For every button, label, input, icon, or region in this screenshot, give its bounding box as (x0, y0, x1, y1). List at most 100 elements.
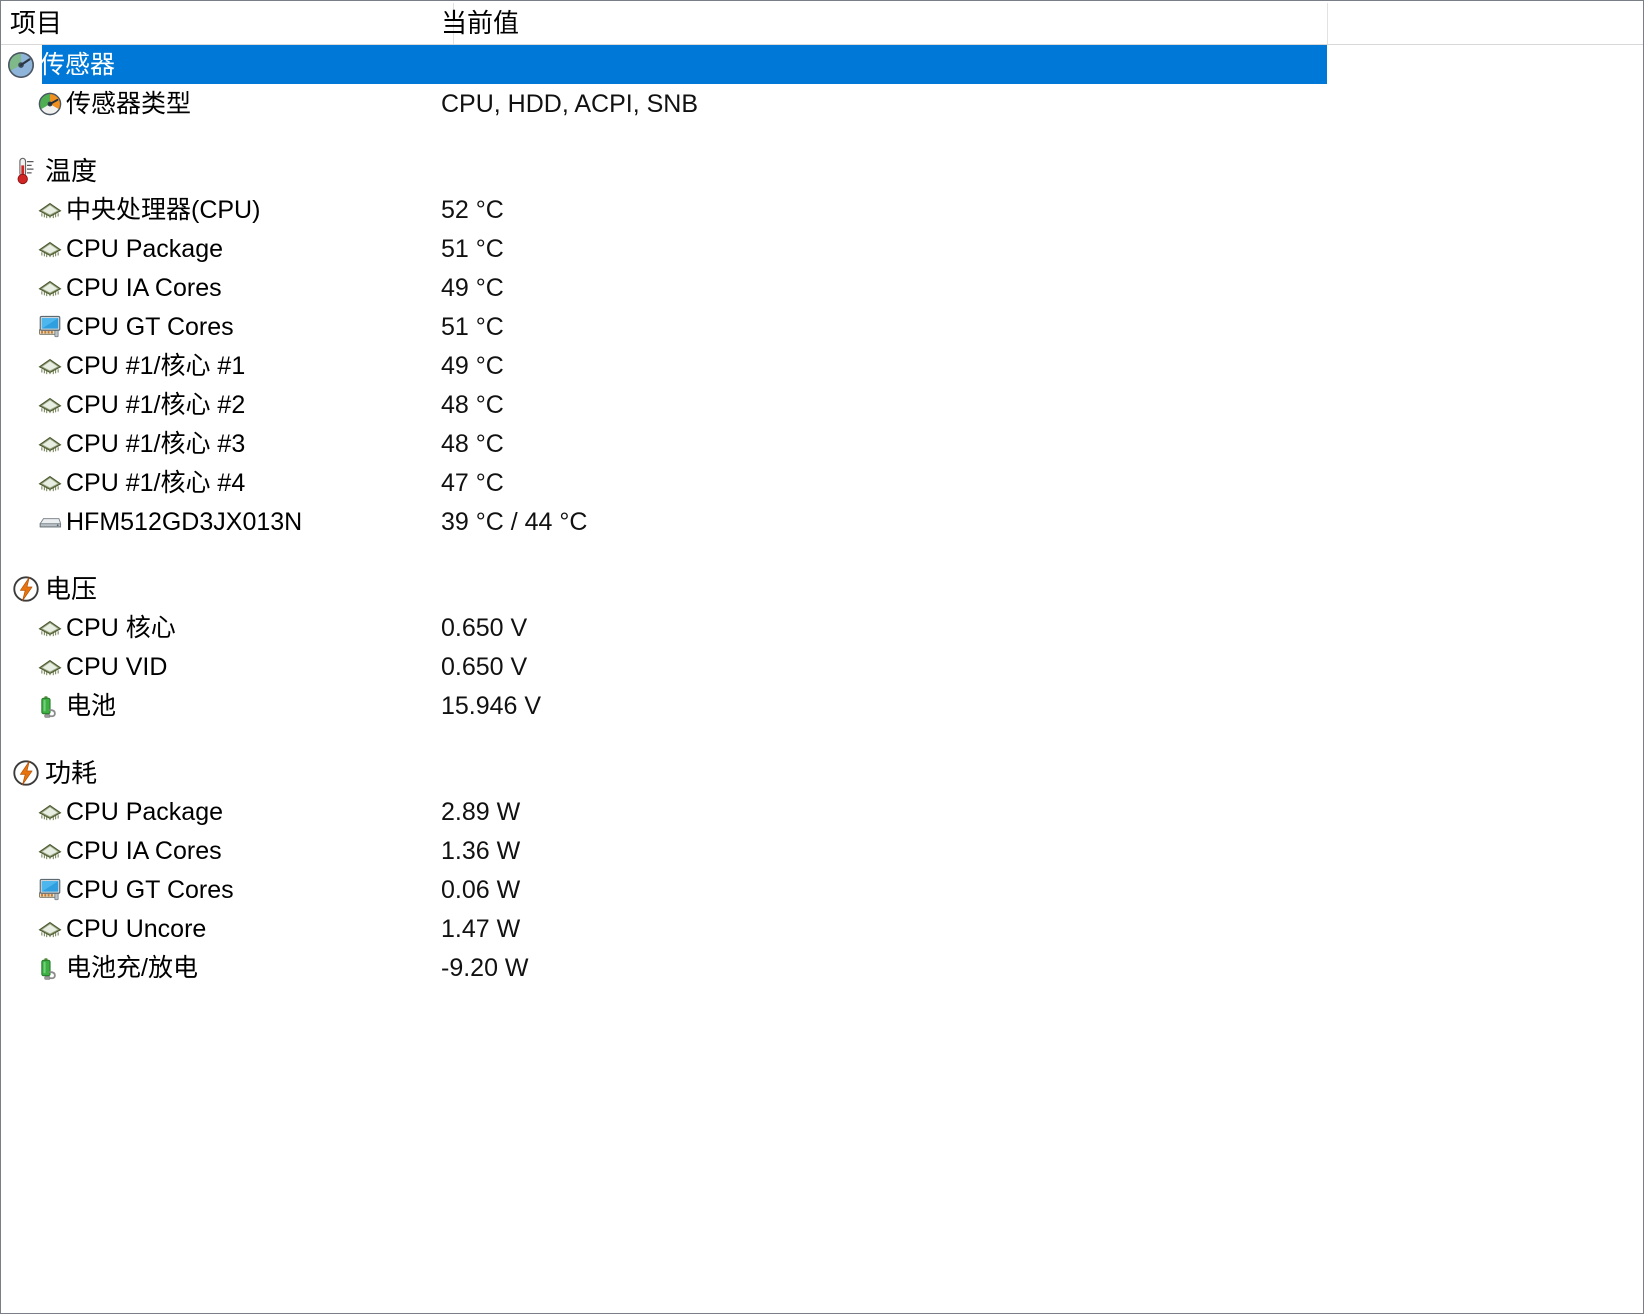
row-label: CPU VID (66, 652, 168, 681)
row-label: CPU #1/核心 #1 (66, 351, 246, 380)
row-label-group: 中央处理器(CPU) (37, 193, 260, 227)
voltage-bolt-icon (11, 574, 41, 604)
row-label: 电池充/放电 (66, 953, 198, 982)
tree-row[interactable]: 功耗 (1, 753, 1643, 792)
row-label-group: 传感器 (6, 48, 115, 82)
tree-row[interactable]: CPU Uncore 1.47 W (1, 909, 1643, 948)
tree-row[interactable]: 传感器类型 CPU, HDD, ACPI, SNB (1, 84, 1643, 123)
row-value: 49 °C (441, 273, 504, 302)
row-label-group: 传感器类型 (37, 87, 191, 121)
row-value: 48 °C (441, 390, 504, 419)
row-value: 51 °C (441, 312, 504, 341)
row-value: 0.650 V (441, 613, 528, 642)
thermometer-icon (11, 156, 41, 186)
tree-row[interactable]: CPU GT Cores 0.06 W (1, 870, 1643, 909)
sensor-tree: 传感器传感器类型 CPU, HDD, ACPI, SNB 温度中央处理器(CPU) 5… (1, 45, 1643, 987)
row-value: 2.89 W (441, 797, 521, 826)
tree-row[interactable]: CPU #1/核心 #2 48 °C (1, 385, 1643, 424)
row-value: 39 °C / 44 °C (441, 507, 588, 536)
row-value: 52 °C (441, 195, 504, 224)
row-label: HFM512GD3JX013N (66, 507, 303, 536)
row-label-group: 功耗 (11, 756, 97, 790)
selection-highlight (42, 45, 1327, 84)
column-header-item[interactable]: 项目 (10, 7, 62, 39)
tree-row[interactable]: 电池 15.946 V (1, 686, 1643, 725)
row-label-group: CPU Package (37, 232, 223, 266)
row-value: 49 °C (441, 351, 504, 380)
power-bolt-icon (11, 758, 41, 788)
row-label: CPU #1/核心 #2 (66, 390, 246, 419)
battery-icon (37, 955, 63, 981)
row-label-group: CPU #1/核心 #4 (37, 466, 245, 500)
cpu-chip-icon (37, 838, 63, 864)
tree-row[interactable]: CPU IA Cores 1.36 W (1, 831, 1643, 870)
tree-row[interactable]: 电池充/放电 -9.20 W (1, 948, 1643, 987)
row-label-group: CPU Package (37, 795, 223, 829)
row-label: 温度 (45, 155, 98, 186)
row-label: CPU Uncore (66, 914, 207, 943)
row-label: CPU GT Cores (66, 875, 234, 904)
cpu-chip-icon (37, 353, 63, 379)
row-label-group: CPU Uncore (37, 912, 206, 946)
column-header-value[interactable]: 当前值 (441, 7, 519, 39)
cpu-chip-icon (37, 799, 63, 825)
row-label-group: 电池 (37, 689, 116, 723)
tree-row[interactable]: CPU #1/核心 #1 49 °C (1, 346, 1643, 385)
row-spacer (1, 123, 1643, 151)
cpu-chip-icon (37, 654, 63, 680)
tree-row[interactable]: 传感器 (1, 45, 1643, 84)
tree-row[interactable]: 电压 (1, 569, 1643, 608)
row-value: 48 °C (441, 429, 504, 458)
row-value: -9.20 W (441, 953, 529, 982)
cpu-chip-icon (37, 916, 63, 942)
row-label-group: CPU #1/核心 #1 (37, 349, 245, 383)
row-label-group: CPU 核心 (37, 611, 176, 645)
tree-row[interactable]: 中央处理器(CPU) 52 °C (1, 190, 1643, 229)
row-spacer (1, 541, 1643, 569)
sensor-type-gauge-icon (37, 91, 63, 117)
column-divider-2[interactable] (1327, 3, 1328, 44)
tree-row[interactable]: CPU 核心 0.650 V (1, 608, 1643, 647)
tree-row[interactable]: HFM512GD3JX013N 39 °C / 44 °C (1, 502, 1643, 541)
row-value: 1.36 W (441, 836, 521, 865)
cpu-chip-icon (37, 615, 63, 641)
row-value: CPU, HDD, ACPI, SNB (441, 89, 698, 118)
row-label: CPU GT Cores (66, 312, 234, 341)
row-label: 传感器 (40, 50, 116, 79)
cpu-chip-icon (37, 431, 63, 457)
row-label: 中央处理器(CPU) (66, 195, 261, 224)
tree-row[interactable]: CPU Package 51 °C (1, 229, 1643, 268)
row-label: CPU #1/核心 #3 (66, 429, 246, 458)
cpu-chip-icon (37, 197, 63, 223)
row-value: 47 °C (441, 468, 504, 497)
row-label-group: 温度 (11, 154, 97, 188)
row-label-group: CPU IA Cores (37, 271, 222, 305)
row-value: 0.06 W (441, 875, 521, 904)
tree-row[interactable]: 温度 (1, 151, 1643, 190)
row-value: 51 °C (441, 234, 504, 263)
row-value: 15.946 V (441, 691, 542, 720)
row-label-group: CPU IA Cores (37, 834, 222, 868)
battery-icon (37, 693, 63, 719)
row-label-group: CPU GT Cores (37, 310, 234, 344)
tree-row[interactable]: CPU #1/核心 #3 48 °C (1, 424, 1643, 463)
row-label: 电池 (66, 691, 117, 720)
row-label-group: CPU #1/核心 #3 (37, 427, 245, 461)
hard-disk-icon (37, 509, 63, 535)
row-label-group: CPU GT Cores (37, 873, 234, 907)
tree-row[interactable]: CPU VID 0.650 V (1, 647, 1643, 686)
gpu-monitor-icon (37, 877, 63, 903)
row-spacer (1, 725, 1643, 753)
row-label-group: HFM512GD3JX013N (37, 505, 302, 539)
gpu-monitor-icon (37, 314, 63, 340)
row-label: CPU Package (66, 234, 224, 263)
cpu-chip-icon (37, 236, 63, 262)
tree-row[interactable]: CPU Package 2.89 W (1, 792, 1643, 831)
tree-row[interactable]: CPU IA Cores 49 °C (1, 268, 1643, 307)
row-label-group: CPU VID (37, 650, 167, 684)
row-value: 1.47 W (441, 914, 521, 943)
tree-row[interactable]: CPU #1/核心 #4 47 °C (1, 463, 1643, 502)
cpu-chip-icon (37, 392, 63, 418)
tree-row[interactable]: CPU GT Cores 51 °C (1, 307, 1643, 346)
cpu-chip-icon (37, 275, 63, 301)
